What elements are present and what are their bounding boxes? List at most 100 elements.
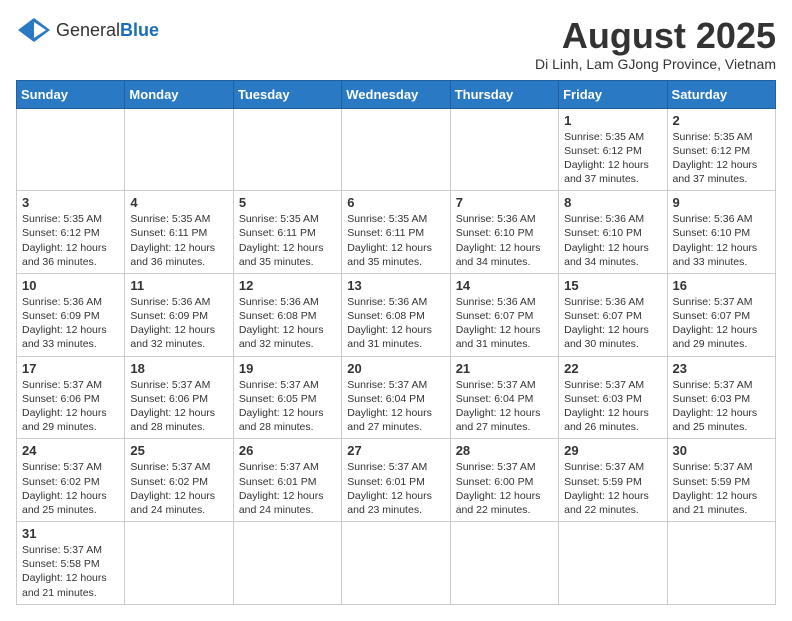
day-number: 19 [239, 361, 336, 376]
day-number: 20 [347, 361, 444, 376]
calendar-day-cell [450, 522, 558, 605]
day-info: Sunrise: 5:35 AMSunset: 6:11 PMDaylight:… [130, 212, 227, 269]
day-number: 12 [239, 278, 336, 293]
calendar-day-cell: 27 Sunrise: 5:37 AMSunset: 6:01 PMDayligh… [342, 439, 450, 522]
day-number: 14 [456, 278, 553, 293]
day-number: 13 [347, 278, 444, 293]
calendar-week-row: 17 Sunrise: 5:37 AMSunset: 6:06 PMDayligh… [17, 356, 776, 439]
calendar-day-cell: 3Sunrise: 5:35 AMSunset: 6:12 PMDaylight… [17, 191, 125, 274]
day-info: Sunrise: 5:37 AMSunset: 6:06 PMDaylight:… [130, 378, 227, 435]
day-info: Sunrise: 5:37 AMSunset: 6:04 PMDaylight:… [456, 378, 553, 435]
day-number: 1 [564, 113, 661, 128]
day-info: Sunrise: 5:37 AMSunset: 6:04 PMDaylight:… [347, 378, 444, 435]
day-number: 8 [564, 195, 661, 210]
day-number: 11 [130, 278, 227, 293]
calendar-day-cell: 5 Sunrise: 5:35 AMSunset: 6:11 PMDaylight… [233, 191, 341, 274]
calendar-day-cell: 26 Sunrise: 5:37 AMSunset: 6:01 PMDayligh… [233, 439, 341, 522]
calendar-week-row: 24Sunrise: 5:37 AMSunset: 6:02 PMDayligh… [17, 439, 776, 522]
day-number: 23 [673, 361, 770, 376]
calendar-day-cell [17, 108, 125, 191]
day-info: Sunrise: 5:36 AMSunset: 6:10 PMDaylight:… [673, 212, 770, 269]
calendar-day-cell: 14Sunrise: 5:36 AMSunset: 6:07 PMDayligh… [450, 273, 558, 356]
calendar-day-cell: 31Sunrise: 5:37 AMSunset: 5:58 PMDayligh… [17, 522, 125, 605]
day-info: Sunrise: 5:37 AMSunset: 6:02 PMDaylight:… [22, 460, 119, 517]
calendar-header-row: SundayMondayTuesdayWednesdayThursdayFrid… [17, 80, 776, 108]
calendar-day-cell: 10 Sunrise: 5:36 AMSunset: 6:09 PMDayligh… [17, 273, 125, 356]
calendar-week-row: 3Sunrise: 5:35 AMSunset: 6:12 PMDaylight… [17, 191, 776, 274]
day-number: 18 [130, 361, 227, 376]
day-info: Sunrise: 5:35 AMSunset: 6:11 PMDaylight:… [239, 212, 336, 269]
day-info: Sunrise: 5:37 AMSunset: 6:00 PMDaylight:… [456, 460, 553, 517]
calendar-day-cell: 8 Sunrise: 5:36 AMSunset: 6:10 PMDaylight… [559, 191, 667, 274]
day-info: Sunrise: 5:37 AMSunset: 6:03 PMDaylight:… [673, 378, 770, 435]
logo-blue: Blue [120, 20, 159, 40]
day-info: Sunrise: 5:35 AMSunset: 6:11 PMDaylight:… [347, 212, 444, 269]
calendar-day-cell: 21 Sunrise: 5:37 AMSunset: 6:04 PMDayligh… [450, 356, 558, 439]
calendar-day-cell [233, 108, 341, 191]
day-number: 16 [673, 278, 770, 293]
logo-general: General [56, 20, 120, 40]
day-number: 15 [564, 278, 661, 293]
location-title: Di Linh, Lam GJong Province, Vietnam [535, 56, 776, 72]
day-info: Sunrise: 5:36 AMSunset: 6:09 PMDaylight:… [22, 295, 119, 352]
calendar: SundayMondayTuesdayWednesdayThursdayFrid… [16, 80, 776, 605]
day-info: Sunrise: 5:37 AMSunset: 6:06 PMDaylight:… [22, 378, 119, 435]
day-info: Sunrise: 5:37 AMSunset: 5:59 PMDaylight:… [673, 460, 770, 517]
day-number: 29 [564, 443, 661, 458]
day-info: Sunrise: 5:35 AMSunset: 6:12 PMDaylight:… [673, 130, 770, 187]
day-number: 26 [239, 443, 336, 458]
day-info: Sunrise: 5:35 AMSunset: 6:12 PMDaylight:… [564, 130, 661, 187]
day-info: Sunrise: 5:36 AMSunset: 6:10 PMDaylight:… [564, 212, 661, 269]
calendar-day-cell: 7Sunrise: 5:36 AMSunset: 6:10 PMDaylight… [450, 191, 558, 274]
calendar-day-cell: 20 Sunrise: 5:37 AMSunset: 6:04 PMDayligh… [342, 356, 450, 439]
calendar-day-cell: 24Sunrise: 5:37 AMSunset: 6:02 PMDayligh… [17, 439, 125, 522]
day-of-week-header: Sunday [17, 80, 125, 108]
calendar-day-cell [667, 522, 775, 605]
day-number: 22 [564, 361, 661, 376]
month-title: August 2025 [535, 16, 776, 56]
day-number: 7 [456, 195, 553, 210]
day-info: Sunrise: 5:37 AMSunset: 5:59 PMDaylight:… [564, 460, 661, 517]
calendar-day-cell: 25 Sunrise: 5:37 AMSunset: 6:02 PMDayligh… [125, 439, 233, 522]
day-info: Sunrise: 5:37 AMSunset: 6:01 PMDaylight:… [239, 460, 336, 517]
calendar-day-cell: 4Sunrise: 5:35 AMSunset: 6:11 PMDaylight… [125, 191, 233, 274]
calendar-day-cell: 11Sunrise: 5:36 AMSunset: 6:09 PMDayligh… [125, 273, 233, 356]
day-number: 25 [130, 443, 227, 458]
day-number: 27 [347, 443, 444, 458]
calendar-day-cell: 12 Sunrise: 5:36 AMSunset: 6:08 PMDayligh… [233, 273, 341, 356]
day-info: Sunrise: 5:37 AMSunset: 6:01 PMDaylight:… [347, 460, 444, 517]
calendar-day-cell [342, 108, 450, 191]
header: GeneralBlue August 2025 Di Linh, Lam GJo… [16, 16, 776, 72]
calendar-day-cell: 13Sunrise: 5:36 AMSunset: 6:08 PMDayligh… [342, 273, 450, 356]
calendar-week-row: 10 Sunrise: 5:36 AMSunset: 6:09 PMDayligh… [17, 273, 776, 356]
logo-text: GeneralBlue [56, 21, 159, 39]
day-of-week-header: Monday [125, 80, 233, 108]
calendar-day-cell: 16Sunrise: 5:37 AMSunset: 6:07 PMDayligh… [667, 273, 775, 356]
day-number: 5 [239, 195, 336, 210]
day-of-week-header: Saturday [667, 80, 775, 108]
calendar-week-row: 1 Sunrise: 5:35 AMSunset: 6:12 PMDaylight… [17, 108, 776, 191]
day-number: 28 [456, 443, 553, 458]
calendar-day-cell: 30Sunrise: 5:37 AMSunset: 5:59 PMDayligh… [667, 439, 775, 522]
day-number: 9 [673, 195, 770, 210]
day-number: 17 [22, 361, 119, 376]
day-info: Sunrise: 5:37 AMSunset: 5:58 PMDaylight:… [22, 543, 119, 600]
day-number: 6 [347, 195, 444, 210]
day-of-week-header: Thursday [450, 80, 558, 108]
calendar-day-cell [233, 522, 341, 605]
day-info: Sunrise: 5:36 AMSunset: 6:08 PMDaylight:… [239, 295, 336, 352]
day-of-week-header: Tuesday [233, 80, 341, 108]
calendar-day-cell: 9 Sunrise: 5:36 AMSunset: 6:10 PMDaylight… [667, 191, 775, 274]
day-number: 10 [22, 278, 119, 293]
day-number: 21 [456, 361, 553, 376]
day-number: 3 [22, 195, 119, 210]
calendar-day-cell [342, 522, 450, 605]
day-info: Sunrise: 5:37 AMSunset: 6:02 PMDaylight:… [130, 460, 227, 517]
calendar-day-cell: 23 Sunrise: 5:37 AMSunset: 6:03 PMDayligh… [667, 356, 775, 439]
generalblue-logo-icon [16, 16, 52, 44]
calendar-day-cell: 2 Sunrise: 5:35 AMSunset: 6:12 PMDaylight… [667, 108, 775, 191]
calendar-day-cell: 22 Sunrise: 5:37 AMSunset: 6:03 PMDayligh… [559, 356, 667, 439]
day-number: 2 [673, 113, 770, 128]
day-info: Sunrise: 5:37 AMSunset: 6:03 PMDaylight:… [564, 378, 661, 435]
calendar-day-cell: 17 Sunrise: 5:37 AMSunset: 6:06 PMDayligh… [17, 356, 125, 439]
